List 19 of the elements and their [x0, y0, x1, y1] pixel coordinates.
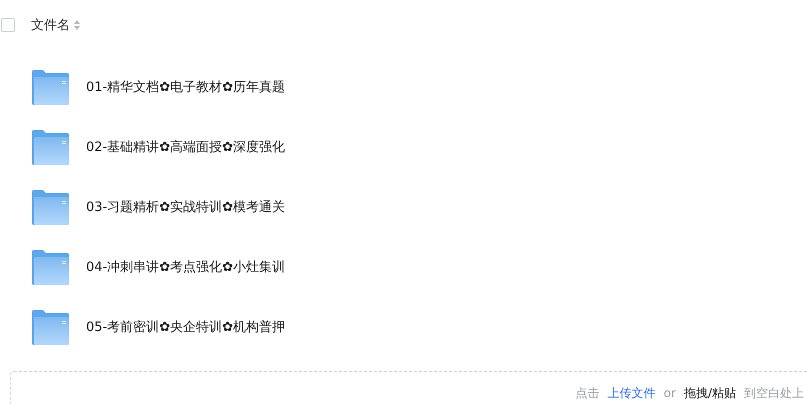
upload-dropzone[interactable]: 点击 上传文件 or 拖拽/粘贴 到空白处上: [10, 371, 807, 404]
folder-name[interactable]: 01-精华文档✿电子教材✿历年真题: [86, 78, 286, 96]
folder-icon[interactable]: [32, 310, 69, 344]
upload-hint: or: [664, 386, 676, 400]
upload-link[interactable]: 上传文件: [608, 384, 656, 402]
sort-icon[interactable]: [74, 20, 80, 30]
upload-hint: 到空白处上: [744, 384, 804, 402]
folder-icon[interactable]: [32, 190, 69, 224]
folder-icon[interactable]: [32, 130, 69, 164]
folder-name[interactable]: 05-考前密训✿央企特训✿机构普押: [86, 318, 286, 336]
folder-name[interactable]: 03-习题精析✿实战特训✿模考通关: [86, 198, 286, 216]
folder-icon[interactable]: [32, 70, 69, 104]
folder-icon[interactable]: [32, 250, 69, 284]
upload-hint: 拖拽/粘贴: [684, 384, 736, 402]
select-all-checkbox[interactable]: [1, 18, 15, 32]
column-header[interactable]: 文件名: [31, 16, 70, 34]
folder-name[interactable]: 02-基础精讲✿高端面授✿深度强化: [86, 138, 286, 156]
folder-name[interactable]: 04-冲刺串讲✿考点强化✿小灶集训: [86, 258, 286, 276]
upload-hint: 点击: [576, 384, 600, 402]
